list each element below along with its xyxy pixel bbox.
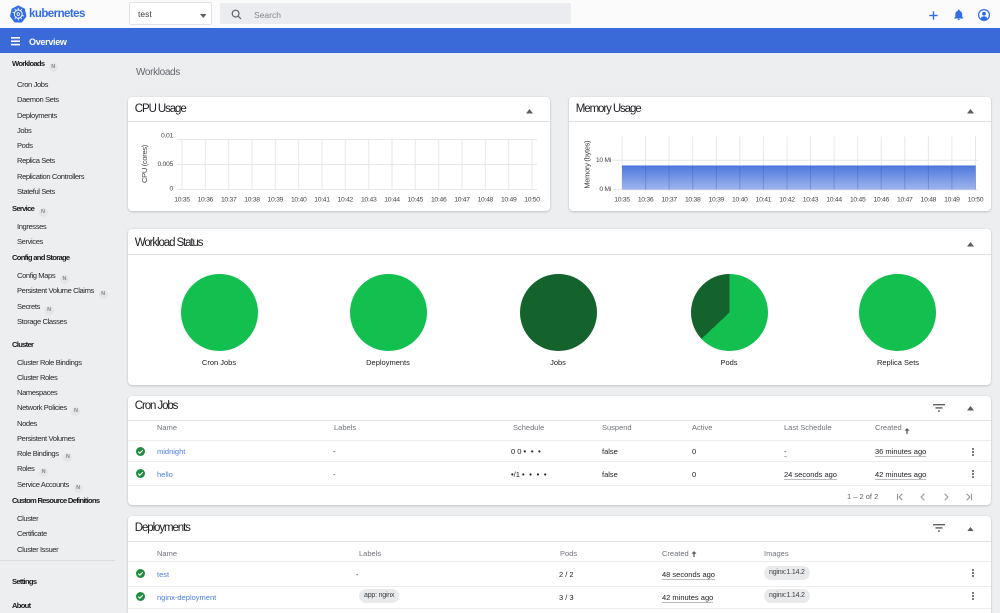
svg-text:10:43: 10:43 (803, 197, 819, 204)
svg-text:10:35: 10:35 (174, 197, 190, 204)
svg-text:10:44: 10:44 (826, 197, 842, 204)
svg-text:10:40: 10:40 (291, 197, 307, 204)
svg-text:10:50: 10:50 (524, 197, 540, 204)
svg-text:0.005: 0.005 (157, 161, 173, 168)
svg-text:10 Mi: 10 Mi (596, 157, 612, 164)
svg-text:10:46: 10:46 (431, 197, 447, 204)
svg-text:10:48: 10:48 (921, 197, 937, 204)
svg-text:10:47: 10:47 (454, 197, 470, 204)
svg-text:10:39: 10:39 (709, 197, 725, 204)
svg-text:Memory (bytes): Memory (bytes) (583, 140, 592, 189)
svg-text:10:42: 10:42 (338, 197, 354, 204)
svg-text:10:47: 10:47 (897, 197, 913, 204)
svg-text:10:38: 10:38 (685, 197, 701, 204)
svg-text:10:36: 10:36 (638, 197, 654, 204)
svg-text:10:37: 10:37 (661, 197, 677, 204)
svg-text:10:45: 10:45 (850, 197, 866, 204)
svg-text:0 Mi: 0 Mi (599, 186, 611, 193)
svg-text:10:35: 10:35 (614, 197, 630, 204)
svg-text:10:41: 10:41 (314, 197, 330, 204)
svg-text:10:37: 10:37 (221, 197, 237, 204)
svg-text:10:49: 10:49 (501, 197, 517, 204)
svg-text:10:42: 10:42 (779, 197, 795, 204)
svg-text:10:44: 10:44 (384, 197, 400, 204)
svg-text:10:46: 10:46 (873, 197, 889, 204)
svg-text:10:39: 10:39 (268, 197, 284, 204)
svg-text:10:41: 10:41 (756, 197, 772, 204)
svg-text:10:40: 10:40 (732, 197, 748, 204)
svg-text:10:45: 10:45 (408, 197, 424, 204)
svg-text:10:50: 10:50 (968, 197, 984, 204)
svg-text:10:49: 10:49 (944, 197, 960, 204)
svg-text:10:38: 10:38 (244, 197, 260, 204)
svg-text:0.01: 0.01 (161, 133, 174, 140)
svg-text:0: 0 (170, 186, 174, 193)
svg-text:CPU (cores): CPU (cores) (140, 144, 149, 183)
svg-text:10:43: 10:43 (361, 197, 377, 204)
svg-text:10:36: 10:36 (198, 197, 214, 204)
svg-text:10:48: 10:48 (478, 197, 494, 204)
